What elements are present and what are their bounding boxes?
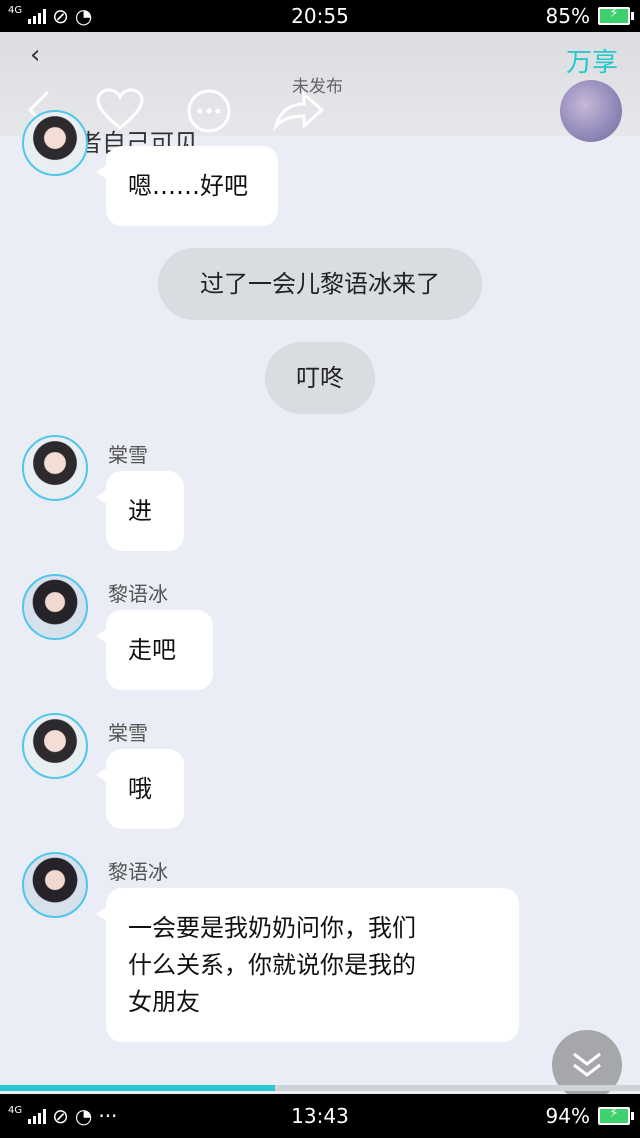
clock: 13:43	[291, 1104, 349, 1128]
reading-progress-fill	[0, 1085, 276, 1091]
avatar[interactable]	[22, 574, 88, 640]
message-line: 一会要是我奶奶问你，我们	[128, 914, 416, 942]
avatar[interactable]	[22, 713, 88, 779]
message-bubble: 走吧	[96, 610, 213, 690]
share-icon[interactable]	[272, 88, 326, 132]
story-header-overlay: ‹ 万享 未发布 仅作者自己可见	[0, 32, 640, 157]
speaker-name: 黎语冰	[108, 860, 168, 884]
narration-bubble: 叮咚	[265, 342, 375, 414]
status-bar-top: 4G ⊘ ◔ 20:55 85% ⚡	[0, 0, 640, 32]
battery-icon: ⚡	[598, 6, 634, 25]
avatar[interactable]	[22, 110, 88, 176]
message-bubble: 嗯……好吧	[96, 146, 278, 226]
battery-percent: 94%	[545, 1104, 590, 1128]
avatar[interactable]	[22, 435, 88, 501]
brand-logo-text: 万享	[565, 48, 618, 78]
battery-percent: 85%	[545, 4, 590, 28]
reading-progress-bar	[0, 1085, 640, 1091]
message-bubble: 进	[96, 471, 184, 551]
clock: 20:55	[291, 4, 349, 28]
back-icon[interactable]: ‹	[30, 42, 40, 68]
avatar[interactable]	[22, 852, 88, 918]
message-line: 什么关系，你就说你是我的	[128, 951, 416, 979]
speaker-name: 棠雪	[108, 721, 148, 745]
speaker-name: 黎语冰	[108, 582, 168, 606]
message-bubble: 一会要是我奶奶问你，我们 什么关系，你就说你是我的 女朋友	[96, 888, 519, 1042]
message-bubble: 哦	[96, 749, 184, 829]
double-chevron-down-icon	[573, 1052, 601, 1077]
battery-icon: ⚡	[598, 1106, 634, 1125]
message-line: 女朋友	[128, 988, 200, 1016]
status-bar-bottom: 4G ⊘ ◔ ··· 13:43 94% ⚡	[0, 1094, 640, 1138]
speaker-name: 棠雪	[108, 443, 148, 467]
profile-avatar[interactable]	[560, 80, 622, 142]
narration-bubble: 过了一会儿黎语冰来了	[158, 248, 482, 320]
